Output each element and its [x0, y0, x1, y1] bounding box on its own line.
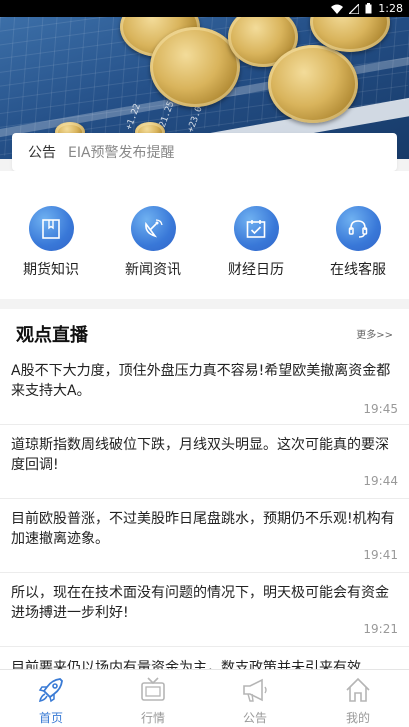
- news-item[interactable]: 道琼斯指数周线破位下跌，月线双头明显。这次可能真的要深度回调! 19:44: [0, 435, 409, 499]
- rocket-icon: [16, 674, 86, 706]
- bottom-tab-bar: 首页 行情 公告 我的: [0, 669, 409, 727]
- menu-item-calendar[interactable]: 财经日历: [216, 206, 296, 279]
- notice-label: 公告: [28, 145, 56, 161]
- news-time: 19:45: [363, 402, 398, 416]
- notice-text[interactable]: EIA预警发布提醒: [68, 142, 175, 162]
- news-title: 所以，现在在技术面没有问题的情况下，明天极可能会有资金进场搏进一步利好!: [11, 585, 389, 621]
- coin-image: [268, 45, 358, 123]
- section-title: 观点直播: [16, 325, 88, 346]
- section-header: 观点直播 更多>>: [16, 321, 393, 346]
- menu-label: 期货知识: [23, 262, 79, 278]
- tab-label: 我的: [345, 711, 370, 725]
- headset-icon: [335, 206, 381, 251]
- tab-announcement[interactable]: 公告: [220, 674, 290, 726]
- tv-icon: [118, 674, 188, 706]
- tab-market[interactable]: 行情: [118, 674, 188, 726]
- news-item[interactable]: 目前欧股普涨，不过美股昨日尾盘跳水，预期仍不乐观!机构有加速撤离迹象。 19:4…: [0, 509, 409, 573]
- calendar-icon: [233, 206, 279, 251]
- news-title: 道琼斯指数周线破位下跌，月线双头明显。这次可能真的要深度回调!: [11, 437, 389, 473]
- news-title: 目前要来仍以场内有量资金为主，数支政策并未引来有效: [11, 660, 361, 669]
- news-item[interactable]: 目前要来仍以场内有量资金为主，数支政策并未引来有效: [0, 658, 409, 669]
- news-item[interactable]: A股不下大力度，顶住外盘压力真不容易!希望欧美撤离资金都来支持大A。 19:45: [0, 361, 409, 425]
- status-time: 1:28: [378, 2, 403, 15]
- menu-label: 在线客服: [330, 262, 386, 278]
- tab-label: 公告: [242, 711, 267, 725]
- menu-label: 新闻资讯: [125, 262, 181, 278]
- menu-item-news[interactable]: 新闻资讯: [113, 206, 193, 279]
- menu-label: 财经日历: [228, 262, 284, 278]
- viewpoint-section: 观点直播 更多>> A股不下大力度，顶住外盘压力真不容易!希望欧美撤离资金都来支…: [0, 309, 409, 669]
- quick-menu: 期货知识 新闻资讯 财经日历 在线客服: [0, 171, 409, 299]
- news-title: A股不下大力度，顶住外盘压力真不容易!希望欧美撤离资金都来支持大A。: [11, 363, 391, 399]
- megaphone-icon: [220, 674, 290, 706]
- coin-image: [150, 27, 240, 107]
- news-time: 19:44: [363, 474, 398, 488]
- menu-item-futures-knowledge[interactable]: 期货知识: [11, 206, 91, 279]
- battery-icon: [365, 3, 372, 14]
- tab-profile[interactable]: 我的: [323, 674, 393, 726]
- news-item[interactable]: 所以，现在在技术面没有问题的情况下，明天极可能会有资金进场搏进一步利好! 19:…: [0, 583, 409, 647]
- book-icon: [28, 206, 74, 251]
- news-time: 19:41: [363, 548, 398, 562]
- tab-label: 首页: [38, 711, 63, 725]
- status-bar: 1:28: [0, 0, 409, 17]
- news-time: 19:21: [363, 622, 398, 636]
- signal-icon: [349, 3, 360, 14]
- satellite-icon: [130, 206, 176, 251]
- more-link[interactable]: 更多>>: [356, 326, 393, 341]
- menu-item-customer-service[interactable]: 在线客服: [318, 206, 398, 279]
- tab-label: 行情: [140, 711, 165, 725]
- notice-bar[interactable]: 公告 EIA预警发布提醒: [12, 133, 397, 171]
- home-icon: [323, 674, 393, 706]
- wifi-icon: [331, 4, 344, 14]
- news-title: 目前欧股普涨，不过美股昨日尾盘跳水，预期仍不乐观!机构有加速撤离迹象。: [11, 511, 395, 547]
- tab-home[interactable]: 首页: [16, 674, 86, 726]
